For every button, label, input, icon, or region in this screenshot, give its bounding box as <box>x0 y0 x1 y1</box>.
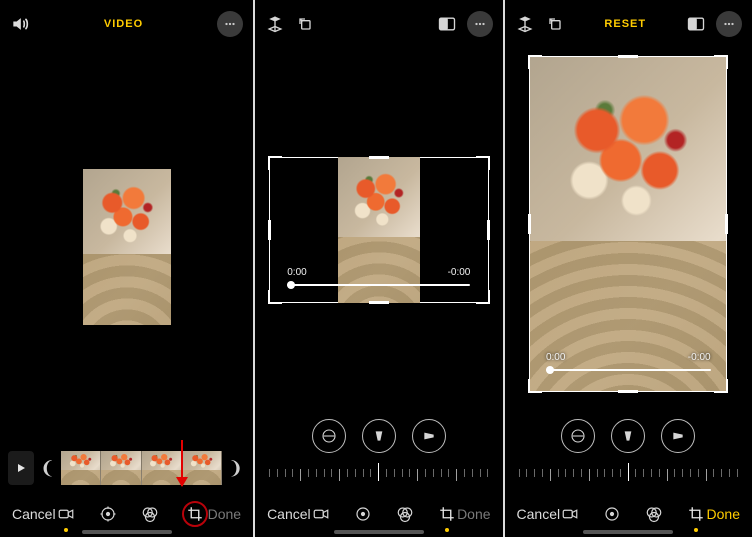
angle-ruler[interactable] <box>519 461 738 489</box>
video-preview[interactable] <box>338 157 420 303</box>
vertical-perspective-tool[interactable] <box>362 419 396 453</box>
crop-mid-r[interactable] <box>487 220 490 240</box>
more-button[interactable] <box>467 11 493 37</box>
video-mode-tab[interactable] <box>311 504 331 524</box>
topbar: VIDEO <box>0 0 253 48</box>
crop-area: 0:00 -0:00 <box>255 48 502 411</box>
adjust-mode-tab[interactable] <box>602 504 622 524</box>
crop-mid-r[interactable] <box>725 214 728 234</box>
done-button: Done <box>457 506 490 522</box>
annotation-arrow <box>181 440 183 486</box>
topbar <box>255 0 502 48</box>
flip-vertical-icon[interactable] <box>265 14 285 34</box>
topbar-title[interactable]: VIDEO <box>30 18 217 30</box>
ruler-center <box>378 463 379 481</box>
cancel-button[interactable]: Cancel <box>12 506 56 522</box>
crop-mode-tab[interactable] <box>437 504 457 524</box>
preview-area <box>0 48 253 445</box>
home-indicator <box>583 530 673 534</box>
volume-icon[interactable] <box>10 14 30 34</box>
straighten-tool[interactable] <box>561 419 595 453</box>
vertical-perspective-tool[interactable] <box>611 419 645 453</box>
angle-ruler[interactable] <box>269 461 488 489</box>
crop-tools <box>255 411 502 461</box>
crop-corner-br[interactable] <box>714 379 728 393</box>
screen-2: 0:00 -0:00 <box>255 0 502 537</box>
adjust-mode-tab[interactable] <box>353 504 373 524</box>
crop-corner-tr[interactable] <box>476 156 490 170</box>
crop-tools <box>505 411 752 461</box>
scrubber-thumb[interactable] <box>287 281 295 289</box>
video-preview[interactable] <box>530 57 726 391</box>
ruler-center <box>628 463 629 481</box>
straighten-tool[interactable] <box>312 419 346 453</box>
filters-mode-tab[interactable] <box>140 504 160 524</box>
adjust-mode-tab[interactable] <box>98 504 118 524</box>
crop-mode-tab[interactable] <box>686 504 706 524</box>
crop-mid-t[interactable] <box>618 55 638 58</box>
timeline-frame[interactable] <box>101 451 141 485</box>
screen-3: RESET 0:00 <box>505 0 752 537</box>
crop-mode-tab[interactable] <box>182 501 208 527</box>
scrubber-thumb[interactable] <box>546 366 554 374</box>
time-end: -0:00 <box>448 267 471 278</box>
trim-handle-right[interactable]: ❩ <box>226 458 245 479</box>
home-indicator <box>334 530 424 534</box>
crop-mid-l[interactable] <box>528 214 531 234</box>
reset-button[interactable]: RESET <box>565 18 686 30</box>
crop-frame[interactable]: 0:00 -0:00 <box>269 157 489 303</box>
timeline-frame[interactable] <box>61 451 101 485</box>
crop-corner-br[interactable] <box>476 290 490 304</box>
trim-handle-left[interactable]: ❨ <box>38 458 57 479</box>
aspect-ratio-icon[interactable] <box>437 14 457 34</box>
crop-mid-b[interactable] <box>369 301 389 304</box>
crop-mid-l[interactable] <box>268 220 271 240</box>
scrubber-track[interactable] <box>546 369 711 371</box>
mode-tabs <box>311 504 457 524</box>
crop-mid-t[interactable] <box>369 156 389 159</box>
rotate-icon[interactable] <box>545 14 565 34</box>
crop-corner-bl[interactable] <box>528 379 542 393</box>
aspect-ratio-icon[interactable] <box>686 14 706 34</box>
video-mode-tab[interactable] <box>560 504 580 524</box>
rotate-icon[interactable] <box>295 14 315 34</box>
filters-mode-tab[interactable] <box>644 504 664 524</box>
video-mode-tab[interactable] <box>56 504 76 524</box>
more-button[interactable] <box>217 11 243 37</box>
cancel-button[interactable]: Cancel <box>517 506 561 522</box>
topbar: RESET <box>505 0 752 48</box>
screen-1: VIDEO ❨ ❩ Cancel <box>0 0 253 537</box>
done-button[interactable]: Done <box>707 506 740 522</box>
timeline-strip: ❨ ❩ <box>0 445 253 491</box>
horizontal-perspective-tool[interactable] <box>661 419 695 453</box>
crop-corner-tl[interactable] <box>528 55 542 69</box>
time-start: 0:00 <box>546 352 565 363</box>
crop-frame[interactable]: 0:00 -0:00 <box>529 56 727 392</box>
time-start: 0:00 <box>287 267 306 278</box>
mode-tabs <box>560 504 706 524</box>
filters-mode-tab[interactable] <box>395 504 415 524</box>
cancel-button[interactable]: Cancel <box>267 506 311 522</box>
crop-corner-bl[interactable] <box>268 290 282 304</box>
crop-corner-tr[interactable] <box>714 55 728 69</box>
timeline-thumbnails[interactable] <box>61 451 222 485</box>
time-end: -0:00 <box>688 352 711 363</box>
home-indicator <box>82 530 172 534</box>
play-button[interactable] <box>8 451 34 485</box>
crop-corner-tl[interactable] <box>268 156 282 170</box>
scrubber-track[interactable] <box>287 284 470 286</box>
more-button[interactable] <box>716 11 742 37</box>
mode-tabs <box>56 501 208 527</box>
crop-mid-b[interactable] <box>618 390 638 393</box>
done-button: Done <box>208 506 241 522</box>
video-preview[interactable] <box>83 169 171 325</box>
horizontal-perspective-tool[interactable] <box>412 419 446 453</box>
flip-vertical-icon[interactable] <box>515 14 535 34</box>
crop-area: 0:00 -0:00 <box>505 48 752 411</box>
